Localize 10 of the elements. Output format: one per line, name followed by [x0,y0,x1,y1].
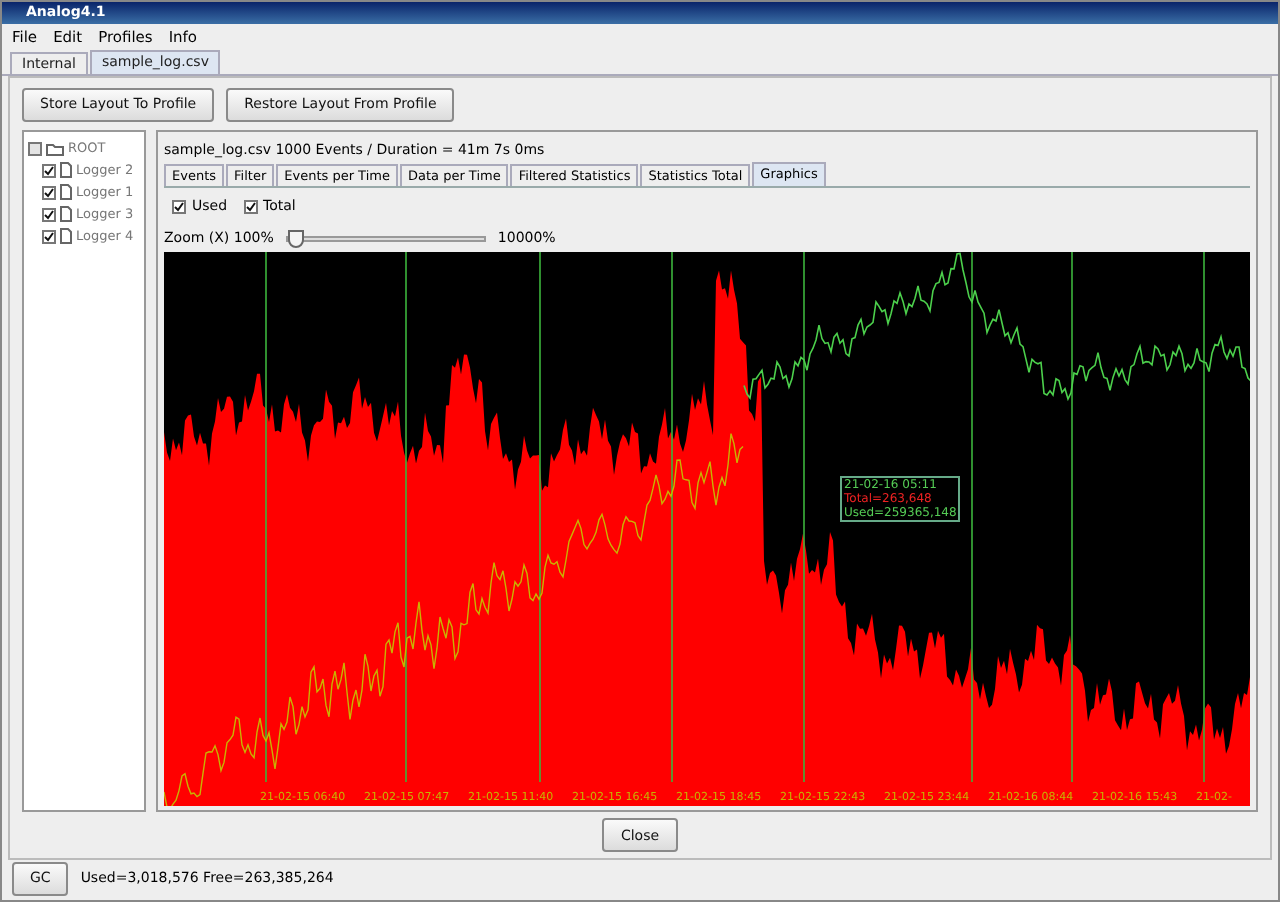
tree-checkbox[interactable] [28,141,42,155]
series-checkbox[interactable] [243,199,258,213]
folder-icon [46,141,64,155]
tree-checkbox[interactable] [42,185,56,199]
slider-thumb[interactable] [287,229,304,247]
tree-checkbox[interactable] [42,229,56,243]
tree-checkbox[interactable] [42,207,56,221]
series-checkbox[interactable] [172,199,186,213]
zoom-slider[interactable] [285,235,486,241]
tree-checkbox[interactable] [42,163,56,177]
